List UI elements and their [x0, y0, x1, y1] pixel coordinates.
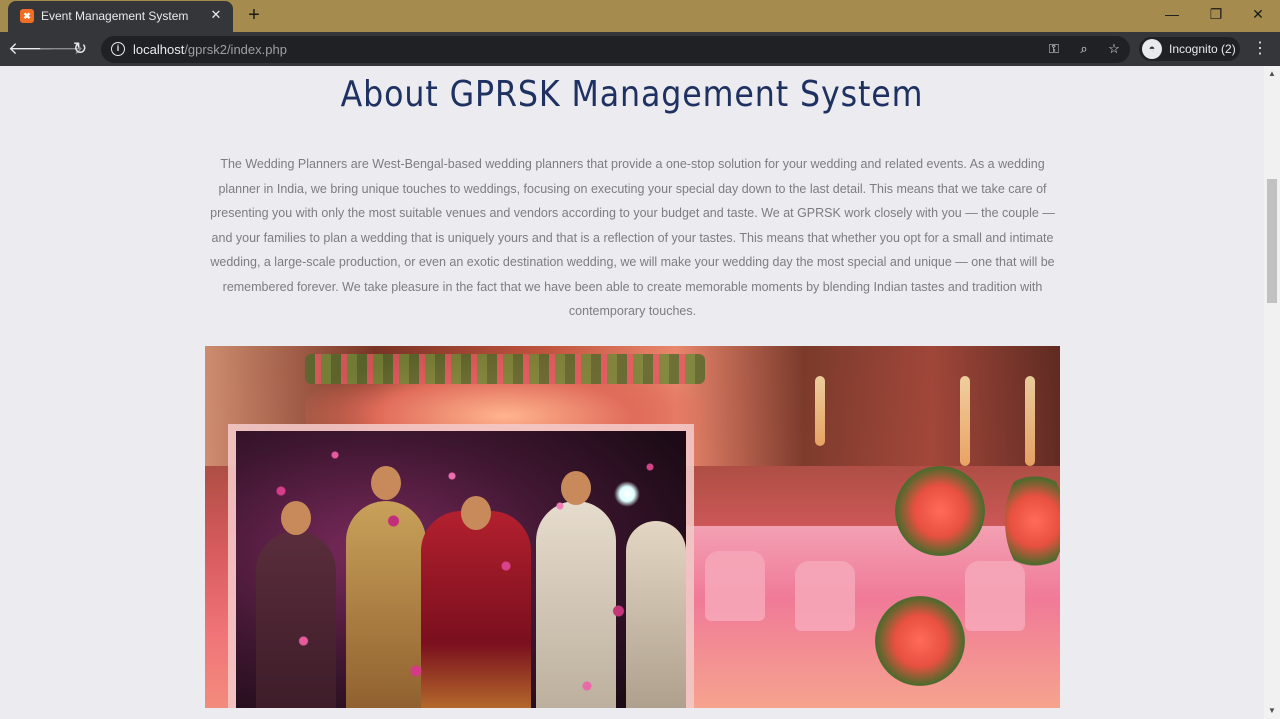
wedding-ceremony-photo [236, 431, 686, 708]
floral-arrangement [895, 466, 985, 556]
page-scrollbar[interactable]: ▲ ▼ [1264, 66, 1280, 719]
lamp-light [815, 376, 825, 446]
minimize-button[interactable]: — [1150, 0, 1194, 30]
browser-tab[interactable]: ✖ Event Management System ✕ [8, 1, 233, 32]
page-title: About GPRSK Management System [340, 74, 924, 115]
new-tab-button[interactable]: + [243, 4, 265, 26]
close-window-button[interactable]: ✕ [1236, 0, 1280, 30]
browser-titlebar: ✖ Event Management System ✕ + — ❐ ✕ [0, 0, 1280, 32]
reload-icon[interactable]: ↻ [68, 37, 92, 61]
info-icon[interactable]: i [111, 42, 125, 56]
flower-garland [305, 354, 705, 384]
scroll-down-arrow-icon[interactable]: ▼ [1264, 703, 1280, 719]
lamp-light [960, 376, 970, 466]
forward-arrow-icon[interactable]: 🡒 [38, 37, 84, 61]
url-path: /gprsk2/index.php [184, 42, 287, 57]
address-bar[interactable]: i localhost/gprsk2/index.php ⚿ ⌕ ☆ [101, 36, 1130, 63]
floral-arrangement [1005, 466, 1060, 576]
decorated-chair [965, 561, 1025, 631]
incognito-icon: ◓ [1142, 39, 1162, 59]
back-arrow-icon[interactable]: 🡐 [8, 37, 54, 61]
url-host: localhost [133, 42, 185, 57]
kebab-menu-icon[interactable]: ⋮ [1250, 37, 1270, 61]
about-paragraph: The Wedding Planners are West-Bengal-bas… [210, 157, 1055, 318]
tab-close-icon[interactable]: ✕ [208, 7, 224, 23]
key-icon[interactable]: ⚿ [1045, 40, 1063, 58]
browser-toolbar: 🡐 🡒 ↻ i localhost/gprsk2/index.php ⚿ ⌕ ☆… [0, 32, 1280, 66]
star-icon[interactable]: ☆ [1105, 40, 1123, 58]
floral-arrangement [875, 596, 965, 686]
scroll-up-arrow-icon[interactable]: ▲ [1264, 66, 1280, 82]
incognito-indicator[interactable]: ◓ Incognito (2) [1139, 37, 1240, 61]
decorated-chair [705, 551, 765, 621]
incognito-label: Incognito (2) [1169, 42, 1236, 56]
tab-title: Event Management System [41, 9, 189, 23]
page-viewport: About GPRSK Management System The Weddin… [0, 66, 1264, 719]
xampp-favicon-icon: ✖ [20, 9, 34, 23]
venue-hero-image [205, 346, 1060, 708]
url-text[interactable]: localhost/gprsk2/index.php [133, 42, 287, 57]
restore-button[interactable]: ❐ [1194, 0, 1238, 30]
decorated-chair [795, 561, 855, 631]
lamp-light [1025, 376, 1035, 466]
scroll-thumb[interactable] [1267, 179, 1277, 303]
falling-petals [236, 431, 686, 708]
zoom-icon[interactable]: ⌕ [1075, 40, 1093, 58]
